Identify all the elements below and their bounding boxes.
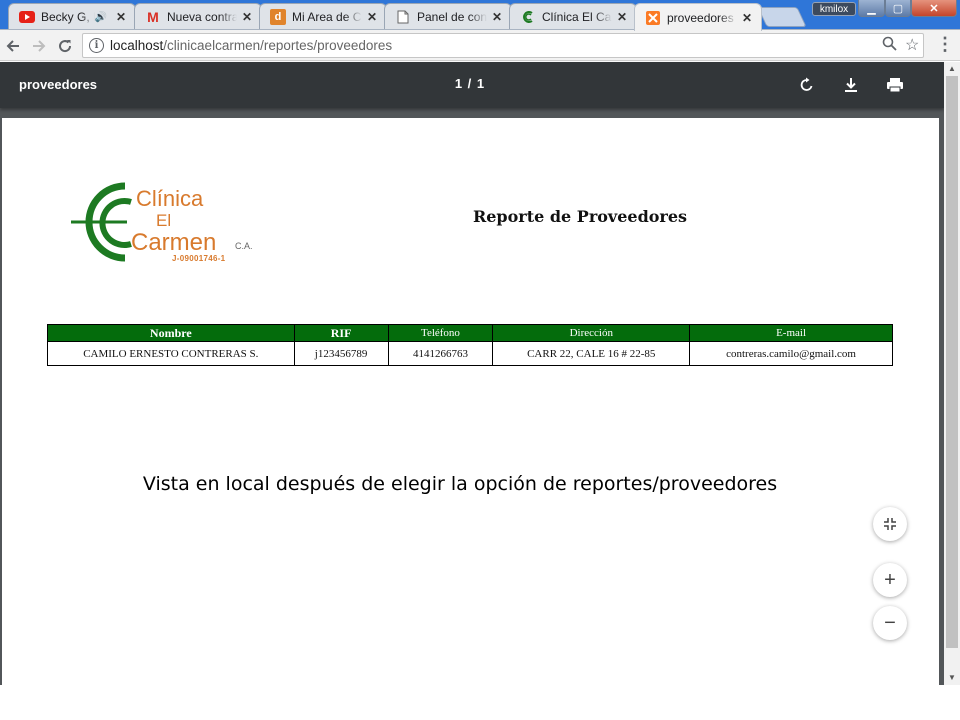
zoom-in-button[interactable]: +: [873, 563, 907, 597]
d-app-icon: d: [270, 9, 286, 25]
tab-panel[interactable]: Panel de cont ✕: [384, 3, 512, 30]
youtube-icon: [19, 9, 35, 25]
minimize-button[interactable]: ▁: [858, 0, 885, 17]
info-icon[interactable]: i: [89, 38, 104, 53]
tab-gmail[interactable]: M Nueva contrase ✕: [134, 3, 262, 30]
close-icon[interactable]: ✕: [739, 10, 755, 26]
tab-clinica[interactable]: Clínica El Carm ✕: [509, 3, 637, 30]
download-icon[interactable]: [839, 73, 863, 97]
tab-title: Mi Area de Cl: [292, 10, 362, 24]
fit-page-button[interactable]: [873, 507, 907, 541]
zoom-out-button[interactable]: −: [873, 606, 907, 640]
zoom-icon[interactable]: [882, 36, 897, 55]
logo-text-el: El: [156, 211, 172, 230]
browser-menu-icon[interactable]: ⋮: [936, 34, 954, 55]
reload-button[interactable]: [54, 35, 76, 57]
scroll-up-icon[interactable]: ▲: [948, 64, 956, 73]
tab-title: Nueva contrase: [167, 10, 237, 24]
logo-text-ca: C.A.: [235, 241, 253, 251]
caption-text: Vista en local después de elegir la opci…: [142, 473, 778, 495]
vertical-scrollbar[interactable]: ▲ ▼: [944, 62, 960, 685]
clinica-icon: [520, 9, 536, 25]
tab-mi-area[interactable]: d Mi Area de Cl ✕: [259, 3, 387, 30]
profile-badge[interactable]: kmilox: [812, 2, 856, 16]
column-header: E-mail: [689, 324, 893, 342]
table-cell: 4141266763: [387, 341, 494, 366]
logo-text-carmen: Carmen: [131, 229, 217, 256]
address-bar[interactable]: i localhost/clinicaelcarmen/reportes/pro…: [82, 33, 924, 58]
new-tab-button[interactable]: [757, 7, 807, 27]
forward-button[interactable]: [28, 35, 50, 57]
scroll-down-icon[interactable]: ▼: [948, 673, 956, 682]
column-header: Dirección: [492, 324, 691, 342]
speaker-icon[interactable]: 🔊: [95, 12, 107, 23]
providers-table: Nombre RIF Teléfono Dirección E-mail CAM…: [47, 324, 893, 366]
report-title: Reporte de Proveedores: [472, 207, 688, 226]
tab-title: Panel de cont: [417, 10, 487, 24]
tab-title: Becky G, B: [41, 10, 95, 24]
gmail-icon: M: [147, 9, 159, 25]
reload-icon: [59, 40, 72, 53]
close-icon[interactable]: ✕: [113, 9, 129, 25]
close-icon[interactable]: ✕: [489, 9, 505, 25]
fit-to-page-icon: [884, 518, 896, 530]
rotate-icon[interactable]: [795, 73, 819, 97]
bookmark-star-icon[interactable]: ☆: [905, 35, 919, 55]
back-arrow-icon: [6, 40, 19, 52]
print-icon[interactable]: [883, 73, 907, 97]
pdf-viewer: proveedores 1 / 1 ▲ ▼: [0, 62, 960, 720]
close-icon[interactable]: ✕: [239, 9, 255, 25]
column-header: Teléfono: [387, 324, 494, 342]
table-header-row: Nombre RIF Teléfono Dirección E-mail: [47, 324, 893, 342]
plus-icon: +: [884, 568, 896, 591]
page-indicator: 1 / 1: [454, 76, 486, 91]
bottom-strip: [0, 685, 960, 720]
table-cell: CARR 22, CALE 16 # 22-85: [492, 341, 691, 366]
document-icon: [395, 9, 411, 25]
close-icon[interactable]: ✕: [614, 9, 630, 25]
pdf-title: proveedores: [19, 77, 98, 92]
browser-toolbar: i localhost/clinicaelcarmen/reportes/pro…: [0, 30, 960, 61]
tab-proveedores[interactable]: proveedores ✕: [634, 3, 762, 31]
tab-strip: Becky G, B 🔊 ✕ M Nueva contrase ✕ d Mi A…: [0, 0, 960, 31]
pdf-toolbar: proveedores 1 / 1: [0, 62, 944, 108]
minus-icon: −: [884, 611, 896, 634]
column-header: Nombre: [47, 324, 295, 342]
table-row: CAMILO ERNESTO CONTRERAS S. j123456789 4…: [47, 341, 893, 366]
close-icon[interactable]: ✕: [364, 9, 380, 25]
tab-youtube[interactable]: Becky G, B 🔊 ✕: [8, 3, 136, 30]
url-text: localhost/clinicaelcarmen/reportes/prove…: [110, 38, 393, 53]
scroll-thumb[interactable]: [946, 76, 958, 648]
table-cell: j123456789: [293, 341, 389, 366]
tab-title: proveedores: [667, 10, 734, 25]
table-cell: contreras.camilo@gmail.com: [689, 341, 893, 366]
forward-arrow-icon: [33, 40, 46, 52]
logo-text-clinica: Clínica: [136, 186, 204, 211]
tab-title: Clínica El Carm: [542, 10, 612, 24]
xampp-icon: [645, 10, 661, 26]
back-button[interactable]: [2, 35, 24, 57]
table-cell: CAMILO ERNESTO CONTRERAS S.: [47, 341, 295, 366]
logo-rif: J-09001746-1: [172, 254, 226, 263]
maximize-button[interactable]: ▢: [885, 0, 911, 17]
column-header: RIF: [293, 324, 389, 342]
close-window-button[interactable]: ✕: [911, 0, 957, 17]
